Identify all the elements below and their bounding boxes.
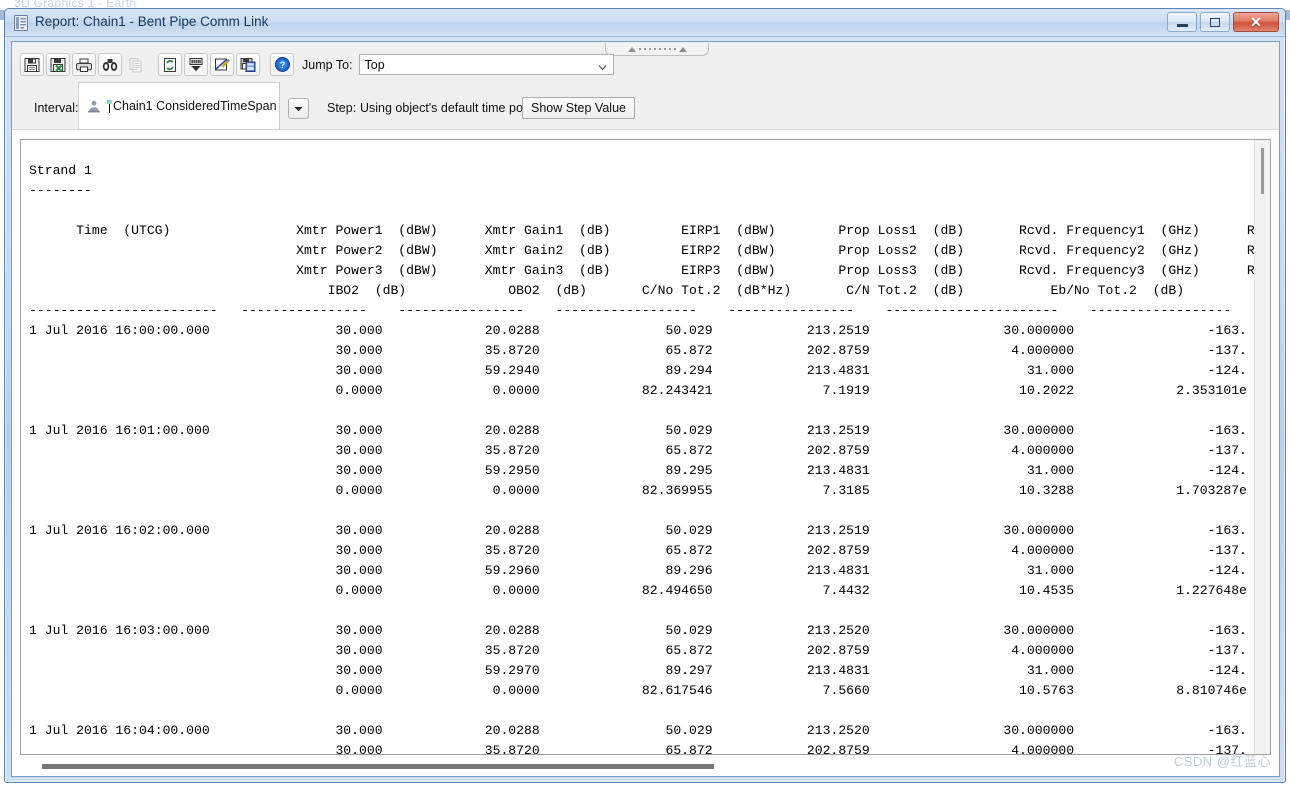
print-button[interactable] xyxy=(72,53,96,76)
report-content: Strand 1 -------- Time (UTCG) Xmtr Power… xyxy=(29,163,1270,755)
toolbar-row-top: ? Jump To: Top xyxy=(12,42,1279,86)
svg-text:?: ? xyxy=(279,60,285,70)
step-value: Using object's default time points xyxy=(360,101,543,115)
copy-pages-icon xyxy=(129,57,142,72)
interval-dropdown-button[interactable] xyxy=(288,98,309,119)
refresh-button[interactable] xyxy=(158,53,182,76)
toolbar-row-bottom: Interval: Chain1 ConsideredTimeSpan Step… xyxy=(12,82,1279,130)
text-cursor xyxy=(107,99,112,113)
maximize-button[interactable] xyxy=(1200,12,1230,32)
report-window: Report: Chain1 - Bent Pipe Comm Link ✕ ?… xyxy=(4,8,1286,783)
export-excel-button[interactable] xyxy=(46,53,70,76)
data-export-icon xyxy=(189,57,203,71)
report-horizontal-scrollbar[interactable] xyxy=(20,760,1271,774)
person-object-icon xyxy=(87,99,101,113)
vertical-scrollbar-thumb[interactable] xyxy=(1261,148,1264,194)
show-step-value-button[interactable]: Show Step Value xyxy=(522,97,635,119)
export-data-button[interactable] xyxy=(184,53,208,76)
report-text-area[interactable]: Strand 1 -------- Time (UTCG) Xmtr Power… xyxy=(20,139,1271,755)
refresh-page-icon xyxy=(164,57,176,72)
interval-input[interactable]: Chain1 ConsideredTimeSpan xyxy=(78,82,280,130)
jump-to-group: Jump To: Top xyxy=(302,54,614,75)
close-button[interactable]: ✕ xyxy=(1233,12,1279,32)
minimize-button[interactable] xyxy=(1167,12,1197,32)
watermark: CSDN @红蓝心 xyxy=(1173,754,1271,769)
toolbar: ? Jump To: Top Interval: Chain1 Consider… xyxy=(12,42,1279,130)
close-icon: ✕ xyxy=(1250,14,1262,30)
report-document-icon xyxy=(14,15,28,31)
interval-label: Interval: xyxy=(34,101,79,115)
maximize-icon xyxy=(1210,17,1220,27)
find-button[interactable] xyxy=(98,53,122,76)
floppy-disk-icon xyxy=(24,57,40,72)
step-label: Step: xyxy=(327,101,357,115)
report-vertical-scrollbar[interactable] xyxy=(1254,140,1270,754)
show-step-value-label: Show Step Value xyxy=(531,101,626,115)
client-area: ? Jump To: Top Interval: Chain1 Consider… xyxy=(11,41,1280,777)
copy-button[interactable] xyxy=(124,53,148,76)
binoculars-icon xyxy=(102,58,118,71)
printer-icon xyxy=(76,58,92,72)
minimize-icon xyxy=(1176,23,1188,27)
graph-style-button[interactable] xyxy=(210,53,234,76)
horizontal-scrollbar-thumb[interactable] xyxy=(42,764,714,769)
jump-to-select[interactable]: Top xyxy=(358,54,614,75)
graph-wand-icon xyxy=(215,58,230,70)
help-button[interactable]: ? xyxy=(270,53,294,76)
toolbar-button-group: ? xyxy=(20,53,296,76)
save-button[interactable] xyxy=(20,53,44,76)
jump-to-value: Top xyxy=(364,57,385,72)
title-bar[interactable]: Report: Chain1 - Bent Pipe Comm Link ✕ xyxy=(5,9,1285,37)
save-as-icon xyxy=(240,57,256,72)
jump-to-label: Jump To: xyxy=(302,57,353,72)
window-controls: ✕ xyxy=(1167,12,1279,32)
save-as-button[interactable] xyxy=(236,53,260,76)
help-question-icon: ? xyxy=(274,57,290,72)
interval-value: Chain1 ConsideredTimeSpan xyxy=(113,99,277,113)
chevron-down-icon xyxy=(294,106,303,111)
window-title: Report: Chain1 - Bent Pipe Comm Link xyxy=(35,14,269,29)
excel-export-icon xyxy=(50,57,66,72)
chevron-down-icon xyxy=(598,59,607,71)
